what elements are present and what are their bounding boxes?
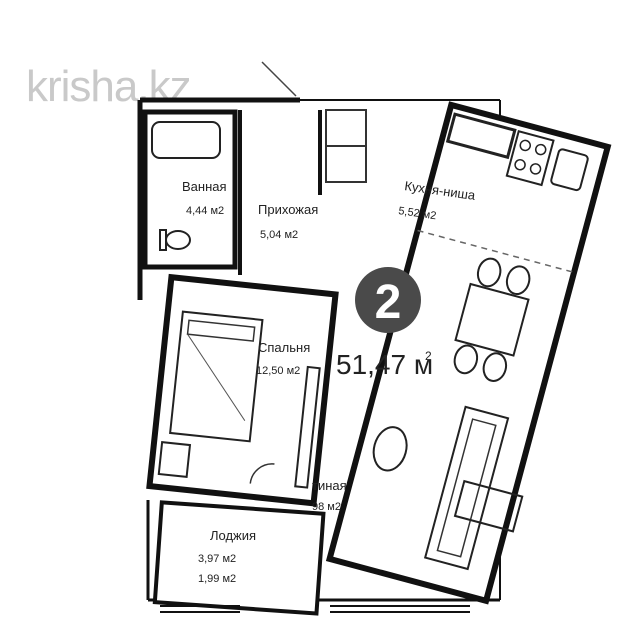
loggia-area-2: 1,99 м2 (198, 573, 236, 585)
bedroom-area: 12,50 м2 (256, 365, 300, 377)
floor-plan: 2 Ванная 4,44 м2 Прихожая 5,04 м2 Кухня-… (137, 61, 612, 616)
bathroom-area: 4,44 м2 (186, 205, 224, 217)
bathroom-name: Ванная (182, 179, 227, 194)
bedroom-room (146, 273, 339, 507)
living-area: 98 м2 (312, 501, 341, 513)
loggia-area-1: 3,97 м2 (198, 553, 236, 565)
total-area: 51,47 м (336, 349, 433, 380)
living-name: тиная (312, 478, 347, 493)
loggia-room (152, 500, 326, 616)
hallway-room (238, 61, 367, 275)
total-area-superscript: 2 (425, 349, 432, 363)
room-count-badge: 2 (355, 267, 421, 333)
bedroom-name: Спальня (258, 340, 310, 355)
badge-number: 2 (375, 276, 402, 329)
hallway-area: 5,04 м2 (260, 229, 298, 241)
entrance-door-swing (261, 61, 297, 97)
loggia-name: Лоджия (210, 528, 256, 543)
hallway-name: Прихожая (258, 202, 318, 217)
